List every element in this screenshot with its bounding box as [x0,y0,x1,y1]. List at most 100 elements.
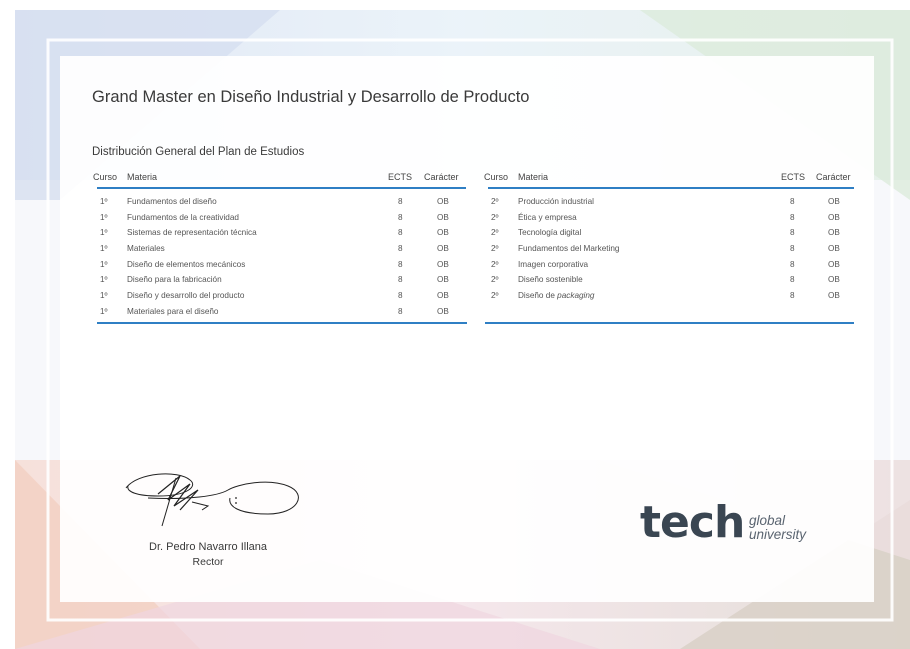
caracter-cell: OB [437,244,449,254]
table-row: 2º Diseño de packaging 8 OB [483,289,854,305]
curso-cell: 1º [100,259,108,269]
table-body: 2º Producción industrial 8 OB 2º Ética y empr… [483,195,854,305]
signatory-role: Rector [192,556,224,568]
second-year-table: Curso Materia ECTS Carácter 2º Producción… [483,170,854,305]
caracter-cell: OB [437,259,449,269]
table-body: 1º Fundamentos del diseño 8 OB 1º Fundamentos… [92,195,466,321]
caracter-cell: OB [828,275,840,285]
ects-cell: 8 [790,275,795,285]
header-materia: Materia [518,172,549,182]
table-row: 2º Diseño sostenible 8 OB [483,273,854,289]
program-title: Grand Master en Diseño Industrial y Desa… [92,88,530,106]
materia-cell: Materiales para el diseño [127,306,219,316]
ects-cell: 8 [790,291,795,301]
materia-cell: Diseño y desarrollo del producto [127,291,245,301]
header-curso: Curso [93,172,118,182]
caracter-cell: OB [828,259,840,269]
ects-cell: 8 [790,197,795,206]
materia-cell: Imagen corporativa [518,259,589,269]
table-row: 1º Materiales para el diseño 8 OB [92,305,466,321]
curso-cell: 2º [491,244,499,254]
table-row: 1º Materiales 8 OB [92,242,466,258]
table-header: Curso Materia ECTS Carácter [92,170,466,187]
table-row: 1º Sistemas de representación técnica 8 OB [92,226,466,242]
first-year-table: Curso Materia ECTS Carácter 1º Fundamento… [92,170,466,321]
header-ects: ECTS [781,172,806,182]
header-ects: ECTS [388,172,413,182]
materia-cell: Ética y empresa [518,212,577,222]
materia-cell: Fundamentos del diseño [127,197,217,206]
materia-cell: Tecnología digital [518,228,582,238]
materia-cell: Producción industrial [518,197,595,206]
logo-wordmark: tech [640,497,745,548]
study-plan-heading: Distribución General del Plan de Estudio… [92,146,305,158]
table-row: 2º Ética y empresa 8 OB [483,211,854,227]
logo-tagline: global university [749,514,806,542]
caracter-cell: OB [437,228,449,238]
signatory-name: Dr. Pedro Navarro Illana [149,541,267,553]
ects-cell: 8 [398,197,403,206]
curso-cell: 2º [491,291,499,301]
table-row: 2º Producción industrial 8 OB [483,195,854,211]
table-row: 1º Diseño y desarrollo del producto 8 OB [92,289,466,305]
logo-line-global: global [749,513,786,528]
caracter-cell: OB [828,244,840,254]
table-bottom-divider [97,322,467,324]
curso-cell: 2º [491,212,499,222]
materia-cell: Diseño sostenible [518,275,583,285]
ects-cell: 8 [398,228,403,238]
caracter-cell: OB [828,228,840,238]
materia-cell: Fundamentos de la creatividad [127,212,239,222]
ects-cell: 8 [398,275,403,285]
caracter-cell: OB [437,197,449,206]
curso-cell: 2º [491,228,499,238]
table-row: 2º Imagen corporativa 8 OB [483,258,854,274]
materia-cell: Diseño de packaging [518,291,595,301]
logo-line-university: university [749,527,807,542]
ects-cell: 8 [398,306,403,316]
caracter-cell: OB [437,275,449,285]
tech-logo: tech global university [640,500,820,550]
curso-cell: 1º [100,306,108,316]
table-row: 1º Diseño de elementos mecánicos 8 OB [92,258,466,274]
materia-cell: Diseño para la fabricación [127,275,222,285]
caracter-cell: OB [437,212,449,222]
caracter-cell: OB [828,291,840,301]
curso-cell: 1º [100,212,108,222]
curso-cell: 2º [491,259,499,269]
caracter-cell: OB [828,197,840,206]
caracter-cell: OB [828,212,840,222]
ects-cell: 8 [790,212,795,222]
caracter-cell: OB [437,291,449,301]
ects-cell: 8 [790,244,795,254]
ects-cell: 8 [398,212,403,222]
table-row: 2º Tecnología digital 8 OB [483,226,854,242]
header-divider [488,187,854,189]
ects-cell: 8 [398,259,403,269]
header-caracter: Carácter [816,172,851,182]
materia-cell: Fundamentos del Marketing [518,244,620,254]
header-materia: Materia [127,172,158,182]
curso-cell: 2º [491,275,499,285]
curso-cell: 1º [100,244,108,254]
materia-cell: Materiales [127,244,165,254]
materia-cell: Sistemas de representación técnica [127,228,257,238]
curso-cell: 1º [100,275,108,285]
header-curso: Curso [484,172,509,182]
ects-cell: 8 [790,259,795,269]
curso-cell: 1º [100,197,108,206]
ects-cell: 8 [398,244,403,254]
table-row: 1º Fundamentos del diseño 8 OB [92,195,466,211]
materia-cell: Diseño de elementos mecánicos [127,259,246,269]
ects-cell: 8 [398,291,403,301]
table-row: 2º Fundamentos del Marketing 8 OB [483,242,854,258]
table-header: Curso Materia ECTS Carácter [483,170,854,187]
caracter-cell: OB [437,306,449,316]
header-caracter: Carácter [424,172,459,182]
table-row: 1º Fundamentos de la creatividad 8 OB [92,211,466,227]
table-bottom-divider [485,322,854,324]
emphasis: packaging [557,291,595,301]
curso-cell: 1º [100,228,108,238]
table-row: 1º Diseño para la fabricación 8 OB [92,273,466,289]
ects-cell: 8 [790,228,795,238]
